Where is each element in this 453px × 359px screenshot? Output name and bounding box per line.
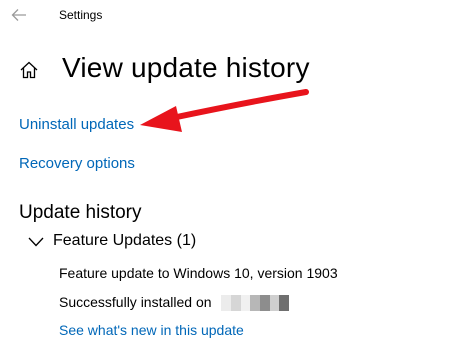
update-item-status: Successfully installed on xyxy=(59,294,212,310)
settings-window: Settings View update history Uninstall u… xyxy=(0,0,453,359)
page-title: View update history xyxy=(62,52,310,83)
app-title: Settings xyxy=(59,8,103,22)
whats-new-link[interactable]: See what's new in this update xyxy=(59,322,244,338)
recovery-options-link[interactable]: Recovery options xyxy=(19,155,135,172)
redacted-install-date xyxy=(221,295,289,311)
back-arrow-icon[interactable] xyxy=(10,6,28,24)
update-item-name: Feature update to Windows 10, version 19… xyxy=(59,265,338,281)
title-bar: Settings xyxy=(0,0,453,30)
feature-updates-label: Feature Updates (1) xyxy=(53,232,197,249)
update-history-heading: Update history xyxy=(19,202,142,223)
home-icon[interactable] xyxy=(19,60,39,80)
uninstall-updates-link[interactable]: Uninstall updates xyxy=(19,116,134,133)
chevron-down-icon xyxy=(28,237,44,247)
